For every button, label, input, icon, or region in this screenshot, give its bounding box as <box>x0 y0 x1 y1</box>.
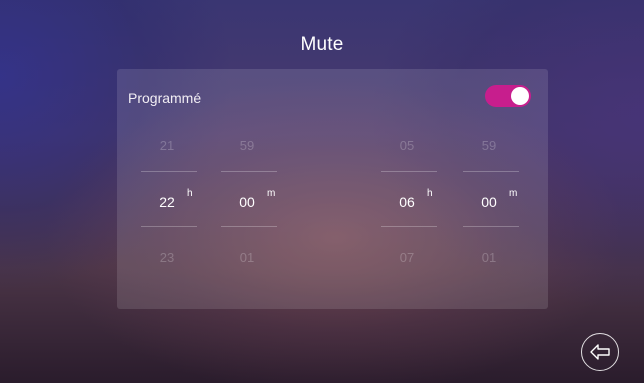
divider <box>381 171 437 172</box>
start-minute-next[interactable]: 01 <box>221 250 273 265</box>
end-hour-current[interactable]: 06 <box>381 194 433 210</box>
start-hour-picker[interactable]: 21 22 h 23 <box>141 129 201 294</box>
end-hour-prev[interactable]: 05 <box>381 138 433 153</box>
back-button[interactable] <box>581 333 619 371</box>
end-minute-picker[interactable]: 59 00 m 01 <box>463 129 523 294</box>
start-minute-prev[interactable]: 59 <box>221 138 273 153</box>
divider <box>141 171 197 172</box>
start-hour-prev[interactable]: 21 <box>141 138 193 153</box>
end-hour-next[interactable]: 07 <box>381 250 433 265</box>
start-minute-unit: m <box>267 188 276 199</box>
start-hour-unit: h <box>187 188 193 199</box>
divider <box>463 226 519 227</box>
schedule-panel: Programmé 21 22 h 23 59 00 m 01 05 06 h … <box>117 69 548 309</box>
page-title: Mute <box>300 34 344 55</box>
divider <box>221 226 277 227</box>
start-hour-current[interactable]: 22 <box>141 194 193 210</box>
end-minute-prev[interactable]: 59 <box>463 138 515 153</box>
end-hour-unit: h <box>427 188 433 199</box>
divider <box>141 226 197 227</box>
end-minute-next[interactable]: 01 <box>463 250 515 265</box>
divider <box>381 226 437 227</box>
end-hour-picker[interactable]: 05 06 h 07 <box>381 129 441 294</box>
divider <box>463 171 519 172</box>
schedule-toggle[interactable] <box>485 85 531 107</box>
start-minute-picker[interactable]: 59 00 m 01 <box>221 129 281 294</box>
start-minute-current[interactable]: 00 <box>221 194 273 210</box>
end-minute-unit: m <box>509 188 518 199</box>
end-minute-current[interactable]: 00 <box>463 194 515 210</box>
divider <box>221 171 277 172</box>
start-hour-next[interactable]: 23 <box>141 250 193 265</box>
toggle-knob <box>511 87 529 105</box>
schedule-label: Programmé <box>128 90 202 106</box>
back-arrow-icon <box>590 344 610 360</box>
